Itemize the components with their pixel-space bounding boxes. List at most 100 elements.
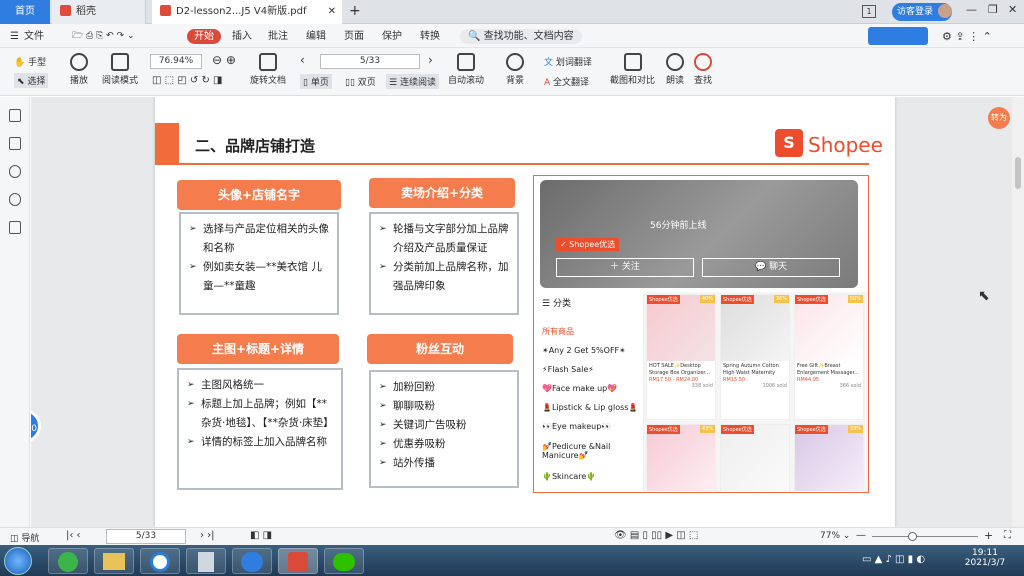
product-card[interactable]: Shopee优选 33% <box>794 424 864 492</box>
back-forward-icons[interactable]: ◧ ◨ <box>250 530 272 541</box>
find-button[interactable]: 查找 <box>694 53 712 86</box>
select-tool-button[interactable]: ⬉ 选择 <box>14 73 49 88</box>
avatar[interactable] <box>938 4 952 18</box>
attachment-icon[interactable] <box>9 193 21 206</box>
continuous-read-button[interactable]: ☰ 连续阅读 <box>386 74 439 89</box>
zoom-out-icon[interactable]: — <box>856 530 866 541</box>
product-card[interactable]: Shopee优选 40% HOT SALE✨Desktop Storage Box … <box>646 294 716 420</box>
double-page-button[interactable]: ▯▯ 双页 <box>342 74 379 89</box>
tray-icons[interactable]: ▭ ▲ ♪ ◫ ▮ ◐ <box>862 554 925 565</box>
single-page-button[interactable]: ▯ 单页 <box>300 74 332 89</box>
taskbar-app-baidu-netdisk[interactable] <box>232 548 272 574</box>
menu-protect[interactable]: 保护 <box>382 29 402 44</box>
zoom-slider-thumb[interactable] <box>908 532 917 541</box>
close-tab-icon[interactable]: ✕ <box>328 0 336 24</box>
follow-button[interactable]: ＋ 关注 <box>556 258 694 277</box>
signature-icon[interactable] <box>9 221 21 234</box>
background-button[interactable]: 背景 <box>506 53 524 86</box>
taskbar-app-360[interactable] <box>48 548 88 574</box>
menu-page[interactable]: 页面 <box>344 29 364 44</box>
convert-float-button[interactable]: 转为 <box>988 107 1010 129</box>
menu-edit[interactable]: 编辑 <box>306 29 326 44</box>
category-item[interactable]: ✴Any 2 Get 5%OFF✴ <box>542 346 626 355</box>
box-fans-content: 加粉回粉 聊聊吸粉 关键词广告吸粉 优惠券吸粉 站外传播 <box>369 370 519 488</box>
menu-convert[interactable]: 转换 <box>420 29 440 44</box>
tab-pdf-document[interactable]: D2-lesson2...J5 V4新版.pdf ✕ <box>152 0 342 24</box>
view-mode-icons[interactable]: 👁 ▤ ▯ ▯▯ ▶ ◫ ⬚ <box>614 530 698 541</box>
menu-file[interactable]: 文件 <box>24 29 44 44</box>
new-tab-icon[interactable]: + <box>349 3 361 19</box>
box-fans-title: 粉丝互动 <box>367 334 513 364</box>
product-grid: Shopee优选 40% HOT SALE✨Desktop Storage Box … <box>644 292 868 492</box>
category-item[interactable]: 💄Lipstick & Lip gloss💄 <box>542 403 638 412</box>
read-mode-button[interactable]: 阅读模式 <box>102 53 138 86</box>
hand-tool-button[interactable]: ✋ 手型 <box>14 55 46 68</box>
shopee-bag-icon: S <box>775 129 803 157</box>
search-box[interactable]: 🔍 查找功能、文档内容 <box>460 29 582 44</box>
fullscreen-icon[interactable]: ⛶ <box>1004 530 1011 541</box>
comment-icon[interactable] <box>9 165 21 178</box>
thumbnail-icon[interactable] <box>9 137 21 150</box>
word-translate-button[interactable]: 文 划词翻译 <box>544 55 592 68</box>
zoom-in-icon[interactable]: + <box>984 529 993 542</box>
next-page-icon[interactable]: › <box>428 53 433 67</box>
minimize-icon[interactable]: — <box>966 3 977 16</box>
zoom-icons[interactable]: ⊖ ⊕ <box>212 53 236 67</box>
zoom-slider[interactable] <box>872 536 978 537</box>
cloud-sync-badge[interactable] <box>868 27 928 45</box>
wps-icon <box>60 5 71 16</box>
page-count-icon[interactable]: 1 <box>862 5 876 18</box>
full-translate-button[interactable]: A 全文翻译 <box>544 75 589 88</box>
navigation-toggle[interactable]: ◫ 导航 <box>10 531 39 544</box>
mouse-cursor-icon: ⬉ <box>978 288 990 304</box>
read-aloud-button[interactable]: 朗读 <box>666 53 684 86</box>
fit-icons[interactable]: ◫ ⬚ ◰ ↺ ↻ ◨ <box>152 75 222 86</box>
hamburger-icon[interactable]: ☰ <box>10 29 19 44</box>
category-item[interactable]: 所有商品 <box>542 326 574 337</box>
prev-page-icon[interactable]: ‹ <box>300 53 305 67</box>
tab-home[interactable]: 首页 <box>0 0 50 24</box>
taskbar-app-wechat[interactable] <box>324 548 364 574</box>
slide-title: 二、品牌店铺打造 <box>195 137 316 155</box>
menu-start[interactable]: 开始 <box>187 29 221 44</box>
vertical-scrollbar[interactable] <box>1012 97 1024 527</box>
category-item[interactable]: 👀Eye makeup👀 <box>542 422 611 431</box>
status-page-input[interactable]: 5/33 <box>106 529 186 544</box>
status-zoom[interactable]: 77% ⌄ <box>820 531 850 541</box>
clock[interactable]: 19:11 2021/3/7 <box>960 548 1010 568</box>
autoscroll-button[interactable]: 自动滚动 <box>448 53 484 86</box>
settings-icons[interactable]: ⚙ ⇪ ⋮ ⌃ <box>942 29 992 44</box>
menu-insert[interactable]: 插入 <box>232 29 252 44</box>
taskbar-app-calculator[interactable] <box>186 548 226 574</box>
start-button[interactable] <box>4 547 32 575</box>
menu-annotate[interactable]: 批注 <box>268 29 288 44</box>
rotate-button[interactable]: 旋转文档 <box>250 53 286 86</box>
first-prev-page-icons[interactable]: |‹ ‹ <box>66 530 81 541</box>
menu-bar: ☰ 文件 🗁 ⎙ ⎘ ↶ ↷ ⌄ 开始 插入 批注 编辑 页面 保护 转换 🔍 … <box>0 24 1024 48</box>
product-card[interactable]: Shopee优选 50% Free Gift✨Breast Enlargement … <box>794 294 864 420</box>
play-button[interactable]: 播放 <box>70 53 88 86</box>
product-card[interactable]: Shopee优选 <box>720 424 790 492</box>
screenshot-compare-button[interactable]: 截图和对比 <box>610 53 655 86</box>
category-item[interactable]: 🌵Skincare🌵 <box>542 472 596 481</box>
product-card[interactable]: Shopee优选 36% Spring Autumn Cotton High Wai… <box>720 294 790 420</box>
chat-button[interactable]: 💬 聊天 <box>702 258 840 277</box>
next-last-page-icons[interactable]: › ›| <box>200 530 215 541</box>
product-card[interactable]: Shopee优选 43% <box>646 424 716 492</box>
tab-wps[interactable]: 稻壳 <box>52 0 146 24</box>
category-item[interactable]: ⚡Flash Sale⚡ <box>542 365 594 374</box>
maximize-icon[interactable]: ❐ <box>988 3 998 16</box>
category-item[interactable]: 💖Face make up💖 <box>542 384 617 393</box>
taskbar-app-explorer[interactable] <box>94 548 134 574</box>
category-item[interactable]: 💅Pedicure &Nail Manicure💅 <box>542 442 632 460</box>
bookmark-icon[interactable] <box>9 109 21 122</box>
timer-badge[interactable]: 00:00 <box>31 409 41 443</box>
taskbar-app-wps[interactable] <box>278 548 318 574</box>
scroll-thumb[interactable] <box>1015 157 1021 189</box>
autoscroll-icon <box>457 53 475 71</box>
zoom-input[interactable]: 76.94% <box>150 54 202 69</box>
quick-access-icons[interactable]: 🗁 ⎙ ⎘ ↶ ↷ ⌄ <box>72 29 135 44</box>
taskbar-app-sogou[interactable] <box>140 548 180 574</box>
page-input[interactable]: 5/33 <box>320 54 420 69</box>
close-window-icon[interactable]: ✕ <box>1008 3 1017 16</box>
